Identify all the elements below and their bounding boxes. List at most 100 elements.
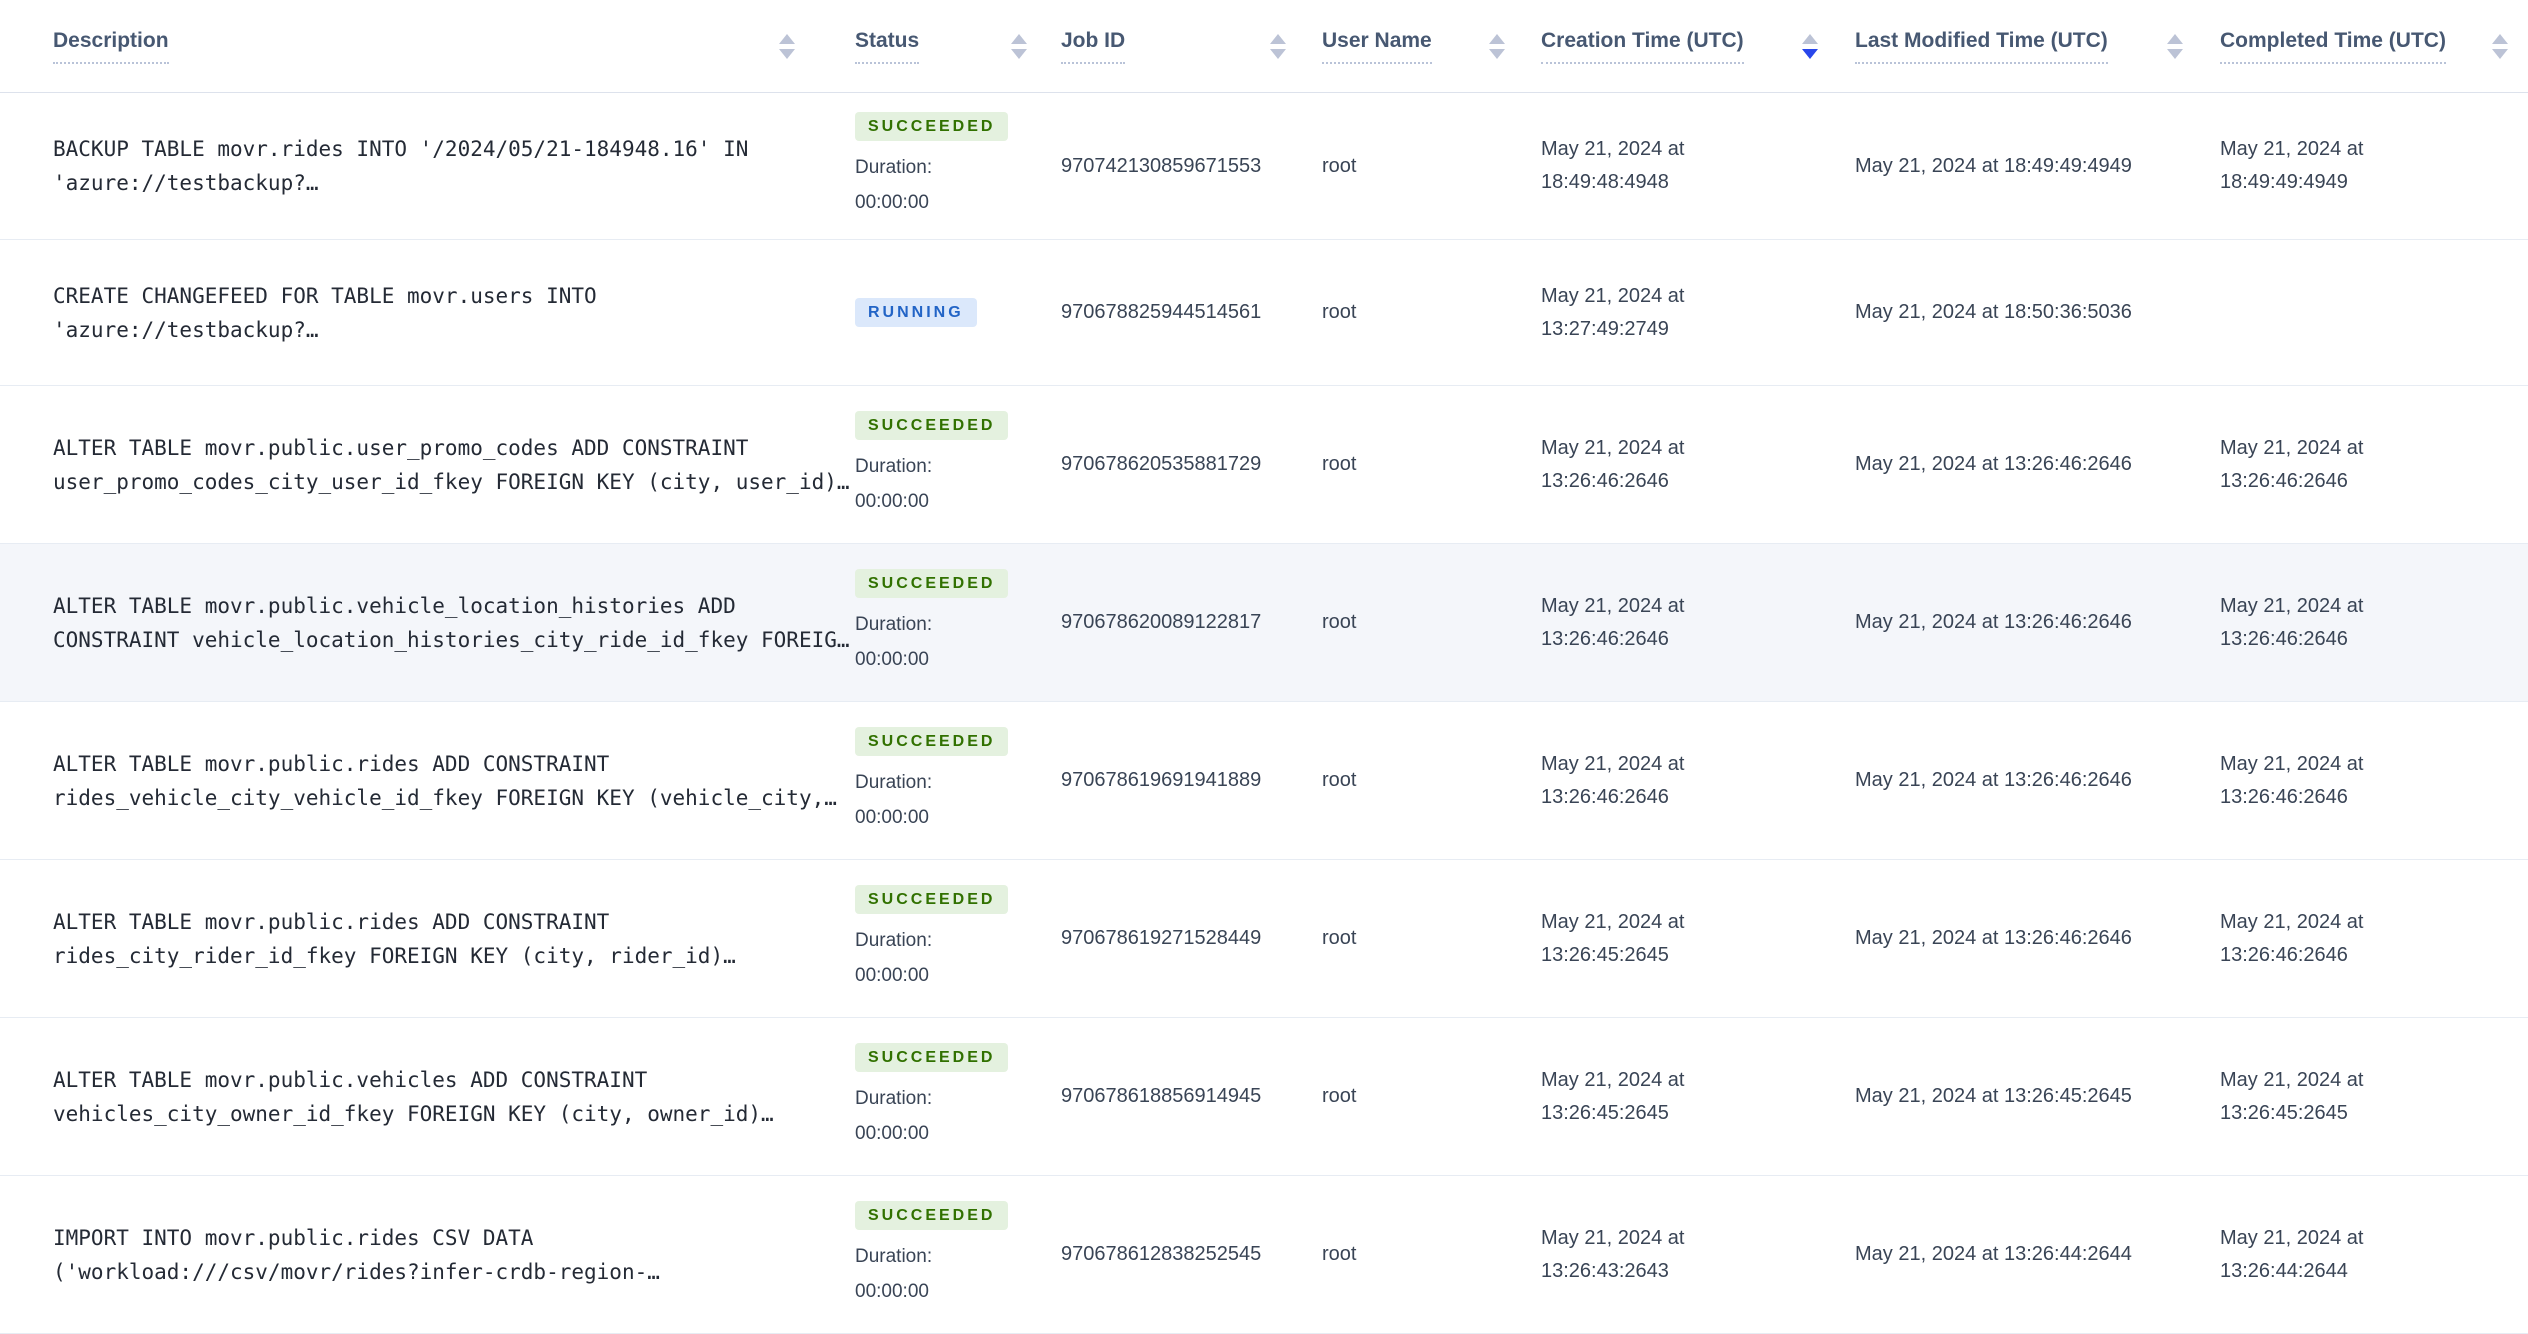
- user-name-cell: root: [1322, 453, 1357, 475]
- column-header-status[interactable]: Status: [835, 29, 1037, 64]
- user-name-cell: root: [1322, 769, 1357, 791]
- column-header-label: Job ID: [1061, 29, 1126, 64]
- column-header-description[interactable]: Description: [0, 29, 835, 64]
- column-header-user-name[interactable]: User Name: [1296, 29, 1515, 64]
- job-id-cell: 970678619691941889: [1061, 769, 1262, 791]
- status-badge: RUNNING: [855, 298, 977, 327]
- last-modified-cell: May 21, 2024 at 13:26:46:2646: [1855, 769, 2132, 791]
- description-text: BACKUP TABLE movr.rides INTO '/2024/05/2…: [53, 137, 749, 161]
- user-name-cell: root: [1322, 154, 1357, 177]
- table-row[interactable]: BACKUP TABLE movr.rides INTO '/2024/05/2…: [0, 93, 2528, 240]
- sort-icon[interactable]: [1489, 33, 1505, 59]
- table-row[interactable]: ALTER TABLE movr.public.vehicle_location…: [0, 544, 2528, 702]
- duration-value: 00:00:00: [855, 1280, 929, 1302]
- description-cell: ALTER TABLE movr.public.rides ADD CONSTR…: [0, 860, 835, 1017]
- description-text: CREATE CHANGEFEED FOR TABLE movr.users I…: [53, 283, 597, 308]
- status-badge: SUCCEEDED: [855, 112, 1009, 141]
- sort-icon[interactable]: [2167, 33, 2183, 59]
- job-id-cell: 970678620089122817: [1061, 611, 1262, 633]
- last-modified-cell: May 21, 2024 at 13:26:45:2645: [1855, 1085, 2132, 1107]
- completed-time-cell: May 21, 2024 at 13:26:44:2644: [2220, 1226, 2364, 1282]
- description-text: ALTER TABLE movr.public.rides ADD CONSTR…: [53, 751, 610, 776]
- completed-time-cell: May 21, 2024 at 18:49:49:4949: [2220, 138, 2364, 193]
- column-header-creation-time[interactable]: Creation Time (UTC): [1515, 29, 1828, 64]
- description-text: vehicles_city_owner_id_fkey FOREIGN KEY …: [53, 1101, 774, 1126]
- creation-time-cell: May 21, 2024 at 13:26:46:2646: [1541, 594, 1685, 650]
- status-badge: SUCCEEDED: [855, 1200, 1009, 1230]
- description-text: rides_vehicle_city_vehicle_id_fkey FOREI…: [53, 785, 837, 810]
- status-badge: SUCCEEDED: [855, 410, 1009, 440]
- status-badge: SUCCEEDED: [855, 726, 1009, 756]
- status-cell: SUCCEEDED Duration: 00:00:00: [835, 702, 1037, 859]
- duration-label: Duration:: [855, 613, 933, 635]
- description-text: rides_city_rider_id_fkey FOREIGN KEY (ci…: [53, 943, 736, 968]
- duration-label: Duration:: [855, 1245, 933, 1267]
- jobs-table: Description Status Job ID User Name Crea…: [0, 0, 2528, 1334]
- table-row[interactable]: IMPORT INTO movr.public.rides CSV DATA (…: [0, 1176, 2528, 1334]
- sort-icon[interactable]: [779, 33, 795, 59]
- duration-value: 00:00:00: [855, 648, 929, 670]
- user-name-cell: root: [1322, 301, 1357, 323]
- duration-label: Duration:: [855, 157, 933, 178]
- duration-value: 00:00:00: [855, 806, 929, 828]
- completed-time-cell: May 21, 2024 at 13:26:46:2646: [2220, 910, 2364, 966]
- job-id-cell: 970678618856914945: [1061, 1085, 1262, 1107]
- duration-label: Duration:: [855, 1087, 933, 1109]
- status-cell: SUCCEEDED Duration: 00:00:00: [835, 1018, 1037, 1175]
- description-text: CONSTRAINT vehicle_location_histories_ci…: [53, 627, 850, 652]
- creation-time-cell: May 21, 2024 at 13:26:45:2645: [1541, 910, 1685, 966]
- completed-time-cell: [2193, 240, 2528, 385]
- column-header-label: Status: [855, 29, 920, 64]
- description-text: ALTER TABLE movr.public.user_promo_codes…: [53, 435, 749, 460]
- status-cell: SUCCEEDED Duration: 00:00:00: [835, 386, 1037, 543]
- last-modified-cell: May 21, 2024 at 13:26:46:2646: [1855, 611, 2132, 633]
- completed-time-cell: May 21, 2024 at 13:26:45:2645: [2220, 1068, 2364, 1124]
- description-cell: IMPORT INTO movr.public.rides CSV DATA (…: [0, 1176, 835, 1333]
- duration-value: 00:00:00: [855, 490, 929, 512]
- sort-icon[interactable]: [2492, 33, 2508, 59]
- column-header-label: Description: [53, 29, 169, 64]
- status-badge: SUCCEEDED: [855, 568, 1009, 598]
- description-text: user_promo_codes_city_user_id_fkey FOREI…: [53, 469, 850, 494]
- description-cell: BACKUP TABLE movr.rides INTO '/2024/05/2…: [0, 93, 835, 239]
- job-id-cell: 970742130859671553: [1061, 154, 1262, 177]
- status-badge: SUCCEEDED: [855, 1042, 1009, 1072]
- user-name-cell: root: [1322, 1243, 1357, 1265]
- column-header-completed-time[interactable]: Completed Time (UTC): [2193, 29, 2528, 64]
- column-header-label: Completed Time (UTC): [2220, 29, 2446, 64]
- creation-time-cell: May 21, 2024 at 18:49:48:4948: [1541, 138, 1685, 193]
- status-badge: SUCCEEDED: [855, 884, 1009, 914]
- status-cell: SUCCEEDED Duration: 00:00:00: [835, 93, 1037, 239]
- sort-desc-active-icon[interactable]: [1802, 33, 1818, 59]
- sort-icon[interactable]: [1270, 33, 1286, 59]
- table-header-row: Description Status Job ID User Name Crea…: [0, 0, 2528, 93]
- table-row[interactable]: ALTER TABLE movr.public.rides ADD CONSTR…: [0, 702, 2528, 860]
- description-cell: ALTER TABLE movr.public.vehicles ADD CON…: [0, 1018, 835, 1175]
- table-row[interactable]: ALTER TABLE movr.public.user_promo_codes…: [0, 386, 2528, 544]
- job-id-cell: 970678612838252545: [1061, 1243, 1262, 1265]
- creation-time-cell: May 21, 2024 at 13:26:43:2643: [1541, 1226, 1685, 1282]
- description-text: ('workload:///csv/movr/rides?infer-crdb-…: [53, 1259, 660, 1284]
- status-cell: SUCCEEDED Duration: 00:00:00: [835, 544, 1037, 701]
- table-row[interactable]: ALTER TABLE movr.public.rides ADD CONSTR…: [0, 860, 2528, 1018]
- description-text: ALTER TABLE movr.public.rides ADD CONSTR…: [53, 909, 610, 934]
- description-cell: CREATE CHANGEFEED FOR TABLE movr.users I…: [0, 240, 835, 385]
- duration-label: Duration:: [855, 771, 933, 793]
- description-text: 'azure://testbackup?…: [53, 171, 319, 195]
- creation-time-cell: May 21, 2024 at 13:27:49:2749: [1541, 284, 1685, 340]
- job-id-cell: 970678620535881729: [1061, 453, 1262, 475]
- last-modified-cell: May 21, 2024 at 13:26:46:2646: [1855, 453, 2132, 475]
- description-text: ALTER TABLE movr.public.vehicle_location…: [53, 593, 736, 618]
- status-cell: RUNNING: [835, 240, 1037, 385]
- description-cell: ALTER TABLE movr.public.rides ADD CONSTR…: [0, 702, 837, 859]
- table-row[interactable]: CREATE CHANGEFEED FOR TABLE movr.users I…: [0, 240, 2528, 386]
- user-name-cell: root: [1322, 1085, 1357, 1107]
- description-cell: ALTER TABLE movr.public.user_promo_codes…: [0, 386, 850, 543]
- column-header-job-id[interactable]: Job ID: [1037, 29, 1296, 64]
- duration-value: 00:00:00: [855, 1122, 929, 1144]
- column-header-label: User Name: [1322, 29, 1432, 64]
- column-header-last-modified-time[interactable]: Last Modified Time (UTC): [1828, 29, 2193, 64]
- sort-icon[interactable]: [1011, 33, 1027, 59]
- completed-time-cell: May 21, 2024 at 13:26:46:2646: [2220, 436, 2364, 492]
- table-row[interactable]: ALTER TABLE movr.public.vehicles ADD CON…: [0, 1018, 2528, 1176]
